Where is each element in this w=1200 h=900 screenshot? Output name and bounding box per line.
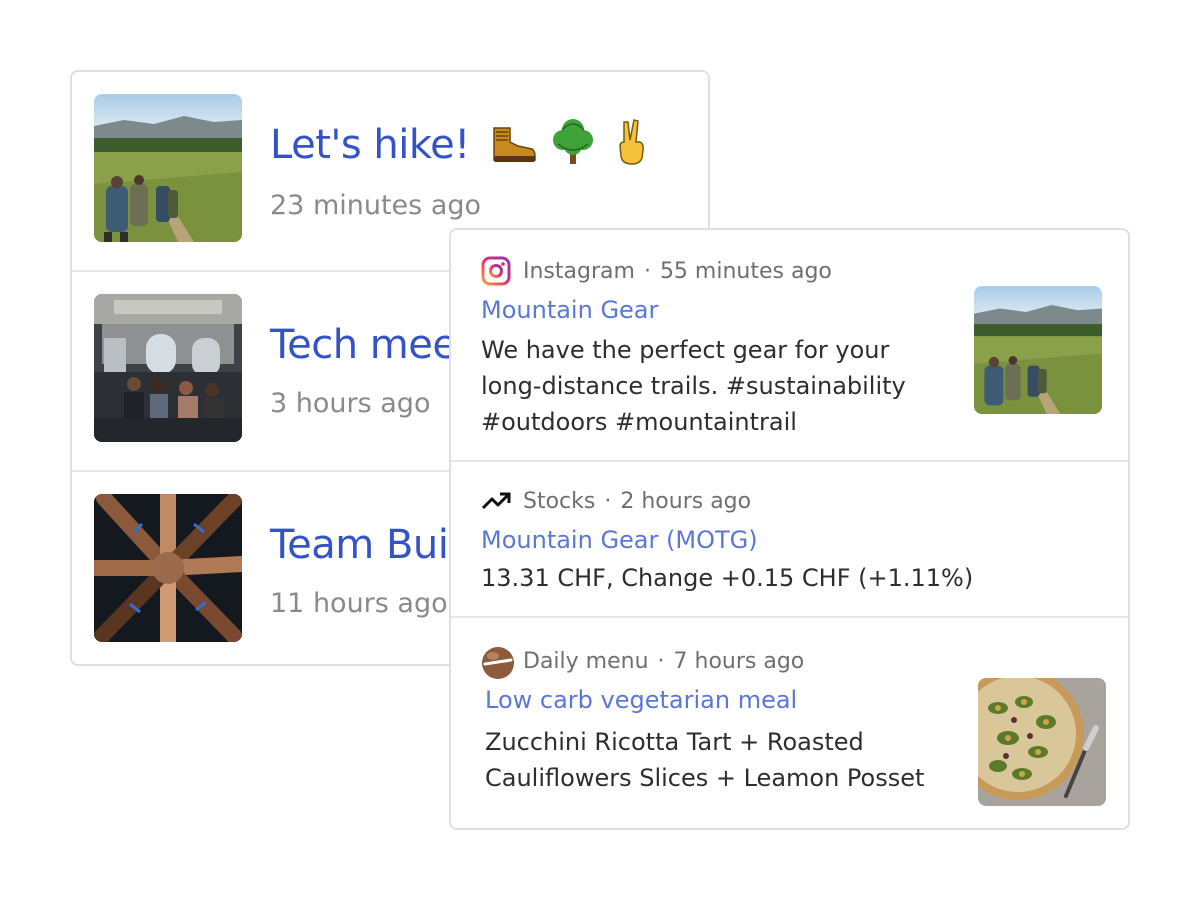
separator: · [657,648,665,674]
feed-source: Instagram · 55 minutes ago [481,256,832,286]
event-time: 11 hours ago [270,588,448,619]
team-image [94,494,242,642]
event-title: Team Bui [270,522,449,568]
event-title: Tech mee [270,322,457,368]
tree-icon [548,116,598,166]
separator: · [604,488,612,514]
source-name: Stocks [523,488,596,514]
instagram-icon [481,256,511,286]
feed-title-link[interactable]: Low carb vegetarian meal [485,686,797,714]
meeting-image [94,294,242,442]
feed-item-stocks[interactable]: Stocks · 2 hours ago Mountain Gear (MOTG… [451,460,1128,618]
feed-card: Instagram · 55 minutes ago Mountain Gear… [449,228,1130,830]
feed-title-link[interactable]: Mountain Gear (MOTG) [481,526,758,554]
hike-image [94,94,242,242]
source-name: Instagram [523,258,635,284]
source-time: 7 hours ago [673,648,805,674]
event-time: 3 hours ago [270,388,431,419]
feed-body: We have the perfect gear for your long-d… [481,336,906,436]
hiking-boot-icon [488,116,538,166]
trending-up-icon [481,486,511,516]
feed-item-daily-menu[interactable]: Daily menu · 7 hours ago Low carb vegeta… [451,616,1128,828]
source-time: 2 hours ago [620,488,752,514]
separator: · [643,258,651,284]
emoji-group [488,116,658,166]
feed-body: Zucchini Ricotta Tart + Roasted Cauliflo… [485,728,925,792]
hike-image [974,286,1102,414]
feed-item-instagram[interactable]: Instagram · 55 minutes ago Mountain Gear… [451,230,1128,460]
event-title: Let's hike! [270,122,470,168]
source-time: 55 minutes ago [659,258,832,284]
event-time: 23 minutes ago [270,190,482,221]
feed-source: Stocks · 2 hours ago [481,486,751,516]
feed-body: 13.31 CHF, Change +0.15 CHF (+1.11%) [481,564,974,592]
feed-title-link[interactable]: Mountain Gear [481,296,658,324]
tart-image [978,678,1106,806]
source-name: Daily menu [523,648,649,674]
feed-source: Daily menu · 7 hours ago [481,646,805,679]
daily-menu-icon [481,646,514,679]
victory-hand-icon [608,116,658,166]
